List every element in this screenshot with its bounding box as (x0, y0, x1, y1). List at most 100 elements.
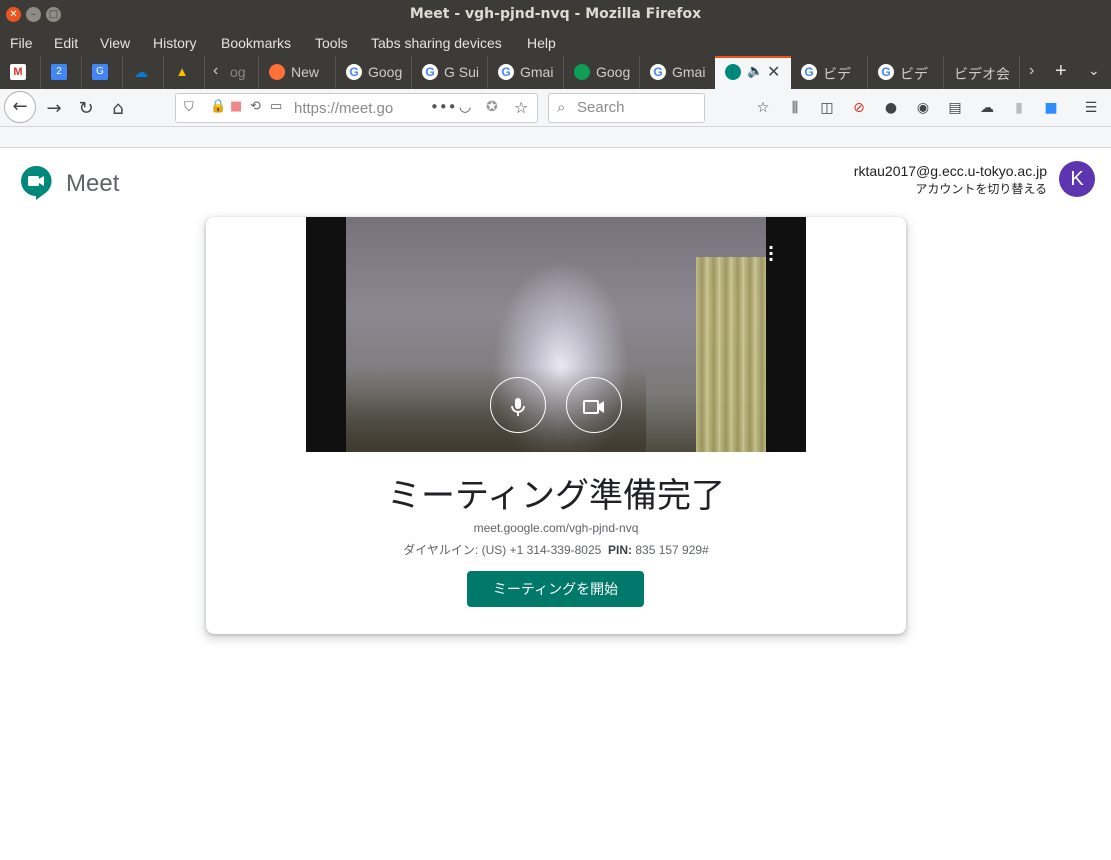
window-title: Meet - vgh-pjnd-nvq - Mozilla Firefox (409, 6, 702, 22)
google-icon: G (878, 64, 894, 80)
menu-history[interactable]: History (153, 35, 197, 51)
video-camera-icon (583, 399, 604, 414)
notification-icon[interactable]: ▭ (270, 99, 282, 114)
tab-google-1[interactable]: G Goog (335, 56, 411, 89)
camera-preview: · · · (306, 217, 806, 452)
tab-strip: M 2 G ☁ ▲ ‹ og New G Goog G G Sui G Gmai… (0, 56, 1111, 89)
google-icon: G (346, 64, 362, 80)
switch-account-link[interactable]: アカウントを切り替える (854, 180, 1047, 197)
lock-icon[interactable]: 🔒 (210, 99, 226, 114)
google-icon: G (498, 64, 514, 80)
tab-gmail-2[interactable]: G Gmai (639, 56, 715, 89)
reload-icon: ↻ (78, 98, 94, 119)
extension-icon[interactable]: ● (882, 99, 900, 117)
scroll-tabs-left-button[interactable]: ‹ (204, 56, 228, 89)
tab-video-2[interactable]: G ビデ (867, 56, 943, 89)
dial-in-info: ダイヤルイン: (US) +1 314-339-8025 PIN: 835 15… (206, 541, 906, 558)
start-meeting-button[interactable]: ミーティングを開始 (467, 571, 644, 607)
blocker-extension-icon[interactable]: ⊘ (850, 99, 868, 117)
autoplay-icon[interactable]: ⟲ (250, 99, 261, 114)
meeting-url: meet.google.com/vgh-pjnd-nvq (473, 521, 639, 535)
container-icon[interactable]: ▤ (946, 99, 964, 117)
forward-button[interactable]: → (40, 95, 68, 123)
menu-bar: File Edit View History Bookmarks Tools T… (0, 30, 1111, 56)
meet-logo-icon (21, 165, 52, 200)
tab-video-conf[interactable]: ビデオ会 (943, 56, 1019, 89)
search-input[interactable] (577, 99, 697, 116)
menu-tabs-sharing-devices[interactable]: Tabs sharing devices (371, 35, 502, 51)
avatar[interactable]: K (1059, 161, 1095, 197)
account-email: rktau2017@g.ecc.u-tokyo.ac.jp (853, 163, 1047, 179)
menu-help[interactable]: Help (527, 35, 556, 51)
menu-file[interactable]: File (10, 35, 33, 51)
microphone-toggle-button[interactable] (490, 377, 546, 433)
url-bar[interactable]: ⛉ 🔒 ■ ⟲ ▭ https://meet.go ••• ◡ ✪ ☆ (175, 93, 538, 123)
tab-gmail-1[interactable]: G Gmai (487, 56, 563, 89)
menu-bookmarks[interactable]: Bookmarks (221, 35, 291, 51)
pin-label: PIN: (608, 543, 632, 557)
account-info[interactable]: rktau2017@g.ecc.u-tokyo.ac.jp アカウントを切り替え… (854, 163, 1047, 197)
page-actions-icon[interactable]: ••• (430, 98, 457, 116)
google-icon: G (801, 64, 817, 80)
speaker-icon[interactable]: 🔈 (747, 63, 763, 79)
home-button[interactable]: ⌂ (104, 95, 132, 123)
search-icon: ⌕ (557, 98, 566, 116)
disabled-extension-icon[interactable]: ▮ (1010, 99, 1028, 117)
tab-new[interactable]: New (258, 56, 335, 89)
scroll-tabs-right-button[interactable]: › (1019, 56, 1049, 89)
dial-in-label: ダイヤルイン: (403, 543, 479, 557)
reader-icon[interactable]: ✪ (486, 99, 498, 115)
tab-list-button[interactable]: ⌄ (1079, 56, 1111, 89)
reload-button[interactable]: ↻ (72, 95, 100, 123)
arrow-left-icon: ← (12, 96, 28, 117)
plus-icon: + (1055, 60, 1067, 82)
close-tab-icon[interactable]: ✕ (767, 62, 780, 82)
shield-icon[interactable]: ⛉ (184, 100, 194, 115)
bookmark-star-icon[interactable]: ☆ (514, 98, 528, 117)
url-text[interactable]: https://meet.go (294, 100, 393, 117)
arrow-right-icon: → (46, 98, 62, 119)
tab-gsuite[interactable]: G G Sui (411, 56, 487, 89)
camera-toggle-button[interactable] (566, 377, 622, 433)
pinned-tab-onedrive[interactable]: ☁ (122, 56, 163, 89)
tab-partial[interactable]: og (228, 56, 258, 89)
drive-icon: ▲ (175, 64, 189, 79)
back-button[interactable]: ← (4, 91, 36, 123)
tab-hangouts[interactable]: Goog (563, 56, 639, 89)
menu-view[interactable]: View (100, 35, 130, 51)
more-options-icon[interactable]: · · · (768, 240, 774, 268)
library-icon[interactable]: ⫼ (786, 99, 804, 117)
search-bar[interactable]: ⌕ (548, 93, 705, 123)
hamburger-menu-icon[interactable]: ☰ (1082, 99, 1100, 117)
account-icon[interactable]: ◉ (914, 99, 932, 117)
hangouts-icon (574, 64, 590, 80)
dial-in-number: (US) +1 314-339-8025 (481, 543, 602, 557)
camera-permission-icon[interactable]: ■ (230, 99, 242, 114)
firefox-icon (269, 64, 285, 80)
bookmarks-menu-icon[interactable]: ☆ (754, 99, 772, 117)
pinned-tab-calendar[interactable]: 2 (40, 56, 81, 89)
cloud-icon: ☁ (134, 64, 148, 80)
brand-name: Meet (66, 170, 120, 197)
microphone-icon (511, 397, 525, 416)
meet-icon (725, 64, 741, 80)
google-icon: G (422, 64, 438, 80)
pinned-tab-drive[interactable]: ▲ (163, 56, 204, 89)
pinned-tab-gmail[interactable]: M (0, 56, 40, 89)
tab-meet-active[interactable]: 🔈 ✕ (715, 56, 791, 89)
menu-tools[interactable]: Tools (315, 35, 348, 51)
bookmarks-toolbar (0, 127, 1111, 148)
sidebar-icon[interactable]: ◫ (818, 99, 836, 117)
new-tab-button[interactable]: + (1049, 56, 1079, 89)
cloud-sync-icon[interactable]: ☁ (978, 99, 996, 117)
camera-feed-detail (696, 257, 766, 452)
pin-value: 835 157 929# (635, 543, 709, 557)
zoom-extension-icon[interactable]: ■ (1042, 99, 1060, 117)
chevron-right-icon: › (1029, 62, 1035, 79)
google-icon: G (650, 64, 666, 80)
pocket-icon[interactable]: ◡ (459, 99, 471, 115)
tab-video-1[interactable]: G ビデ (791, 56, 867, 89)
menu-edit[interactable]: Edit (54, 35, 78, 51)
pinned-tab-translate[interactable]: G (81, 56, 122, 89)
page-title: ミーティング準備完了 (387, 476, 725, 516)
